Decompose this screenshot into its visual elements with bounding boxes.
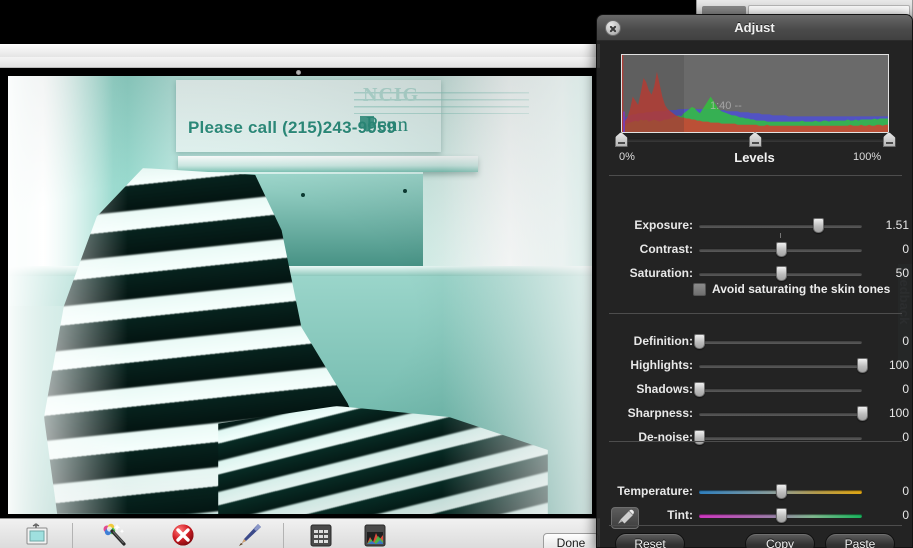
slider-thumb[interactable] (776, 484, 787, 499)
histogram: 1:40 -- (621, 54, 889, 133)
slider-row: De-noise:0 (597, 427, 912, 447)
slider-row: Highlights: 100 (597, 355, 912, 375)
photo-image: Please call (215)243-9959 NCIG Penn (8, 76, 592, 514)
slider-label: Definition: (597, 334, 693, 348)
slider-track[interactable] (699, 436, 862, 440)
divider-1 (609, 175, 902, 176)
slider-value: 0 (865, 242, 909, 256)
slider-track[interactable] (699, 340, 862, 344)
slider-label: Contrast: (597, 242, 693, 256)
reset-button[interactable]: Reset (615, 533, 685, 548)
divider-3 (609, 441, 902, 442)
slider-row: Tint:0 (597, 505, 912, 525)
slider-thumb[interactable] (694, 334, 705, 349)
slider-track[interactable] (699, 388, 862, 392)
slider-track[interactable] (699, 224, 862, 228)
slider-value: 0 (865, 508, 909, 522)
levels-mid-point-handle[interactable] (749, 132, 762, 147)
retouch-icon[interactable] (234, 522, 264, 548)
toolbar-separator-2 (283, 523, 284, 548)
slider-thumb[interactable] (813, 218, 824, 233)
slider-row: Saturation: 50 (597, 263, 912, 283)
slider-thumb[interactable] (776, 242, 787, 257)
slider-label: Exposure: (597, 218, 693, 232)
enhance-icon[interactable] (100, 522, 130, 548)
window-toolbar-strip (0, 57, 600, 68)
divider-4 (609, 525, 902, 526)
slider-label: Highlights: (597, 358, 693, 372)
toolbar-separator-1 (72, 523, 73, 548)
slider-value: 0 (865, 382, 909, 396)
slider-label: Sharpness: (597, 406, 693, 420)
photo-vignette (8, 76, 592, 514)
slider-row: Temperature: 0 (597, 481, 912, 501)
avoid-skin-tones-checkbox[interactable] (693, 283, 706, 296)
photo-viewer[interactable]: Please call (215)243-9959 NCIG Penn (8, 76, 592, 514)
edit-toolbar (0, 518, 600, 548)
slider-label: Saturation: (597, 266, 693, 280)
slider-value: 50 (865, 266, 909, 280)
window-resize-dot[interactable] (296, 70, 301, 75)
slider-value: 0 (865, 334, 909, 348)
slider-thumb[interactable] (776, 266, 787, 281)
levels-white-point-handle[interactable] (883, 132, 896, 147)
slider-row: Definition: 0 (597, 331, 912, 351)
slider-value: 100 (865, 358, 909, 372)
adjust-icon[interactable] (360, 522, 390, 548)
adjust-panel: Adjust 1:40 -- 0% Levels 10 (596, 14, 913, 548)
screen: feedback Please call (215)243-9959 NCIG … (0, 0, 913, 548)
effects-icon[interactable] (306, 522, 336, 548)
slider-value: 100 (865, 406, 909, 420)
divider-2 (609, 313, 902, 314)
levels-max-label: 100% (853, 151, 881, 163)
iphoto-window: Please call (215)243-9959 NCIG Penn (0, 0, 600, 548)
slider-track[interactable] (699, 364, 862, 368)
slider-row: Exposure: 1.51 (597, 215, 912, 235)
avoid-skin-tones-label: Avoid saturating the skin tones (712, 282, 890, 296)
slider-track[interactable] (699, 412, 862, 416)
slider-row: Contrast: 0 (597, 239, 912, 259)
slider-value: 0 (865, 484, 909, 498)
adjust-panel-title: Adjust (597, 20, 912, 35)
slider-label: Shadows: (597, 382, 693, 396)
slider-row: Shadows: 0 (597, 379, 912, 399)
slider-thumb[interactable] (694, 430, 705, 445)
copy-button[interactable]: Copy (745, 533, 815, 548)
done-button[interactable]: Done (543, 533, 599, 548)
slider-row: Sharpness: 100 (597, 403, 912, 423)
slider-thumb[interactable] (776, 508, 787, 523)
slider-label: Temperature: (597, 484, 693, 498)
slider-value: 1.51 (865, 218, 909, 232)
levels-black-point-handle[interactable] (615, 132, 628, 147)
rotate-icon[interactable] (22, 522, 52, 548)
red-eye-icon[interactable] (168, 522, 198, 548)
slider-tick-mark (780, 233, 781, 238)
paste-button[interactable]: Paste (825, 533, 895, 548)
histogram-overlay-text: 1:40 -- (710, 100, 742, 112)
slider-thumb[interactable] (694, 382, 705, 397)
histogram-bleed-shade (622, 55, 684, 133)
